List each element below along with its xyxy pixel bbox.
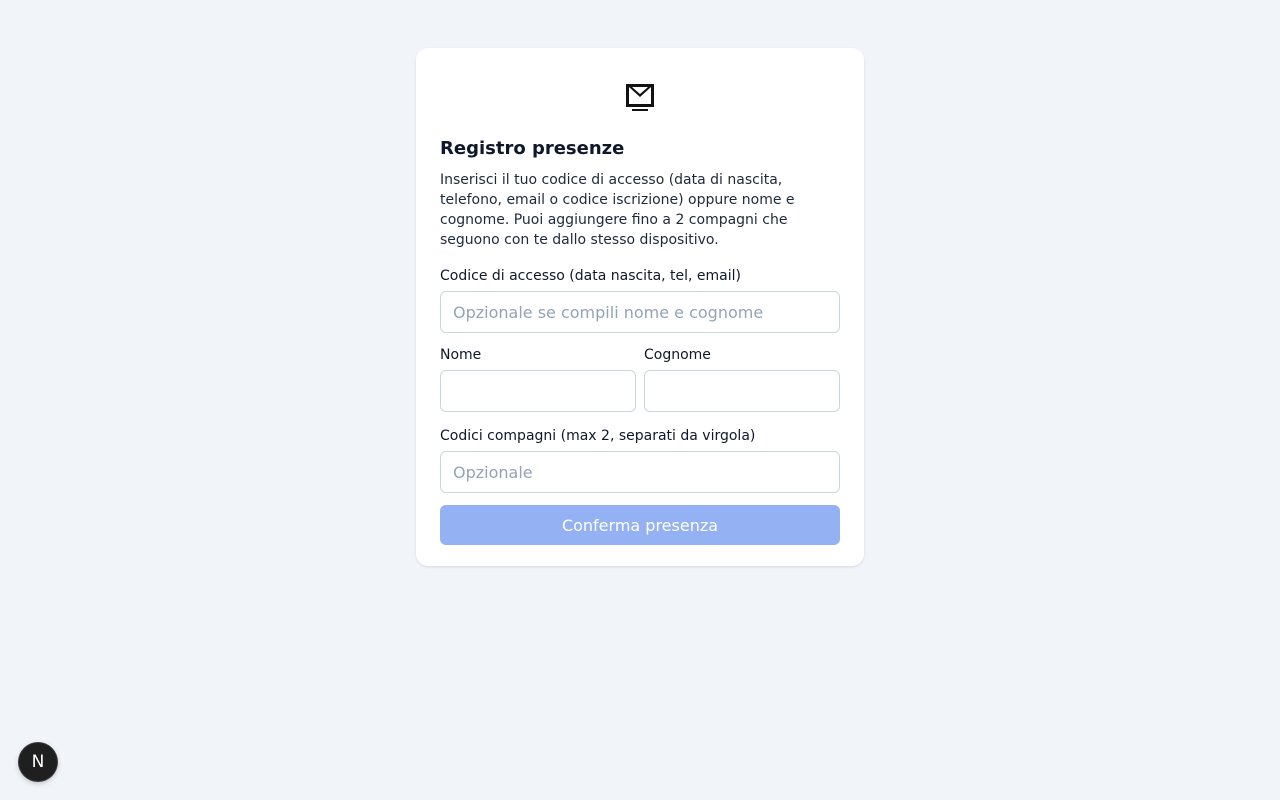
companions-label: Codici compagni (max 2, separati da virg…: [440, 428, 756, 444]
companions-group: Codici compagni (max 2, separati da virg…: [440, 426, 840, 493]
access-code-group: Codice di accesso (data nascita, tel, em…: [440, 266, 840, 333]
page-title: Registro presenze: [440, 138, 625, 159]
companions-input[interactable]: [440, 451, 840, 493]
last-name-group: Cognome: [644, 345, 840, 412]
first-name-group: Nome: [440, 345, 636, 412]
last-name-label: Cognome: [644, 347, 711, 363]
name-row: Nome Cognome: [440, 345, 840, 412]
access-code-input[interactable]: [440, 291, 840, 333]
access-code-label: Codice di accesso (data nascita, tel, em…: [440, 268, 742, 284]
first-name-input[interactable]: [440, 370, 636, 412]
nextjs-badge-letter: N: [31, 752, 45, 772]
first-name-label: Nome: [440, 347, 482, 363]
confirm-attendance-button[interactable]: Conferma presenza: [440, 505, 840, 545]
nextjs-icon[interactable]: N: [19, 743, 57, 781]
last-name-input[interactable]: [644, 370, 840, 412]
roma-mail-logo-icon: [624, 81, 656, 113]
attendance-card: Registro presenze Inserisci il tuo codic…: [416, 48, 864, 566]
form-description: Inserisci il tuo codice di accesso (data…: [440, 172, 795, 248]
